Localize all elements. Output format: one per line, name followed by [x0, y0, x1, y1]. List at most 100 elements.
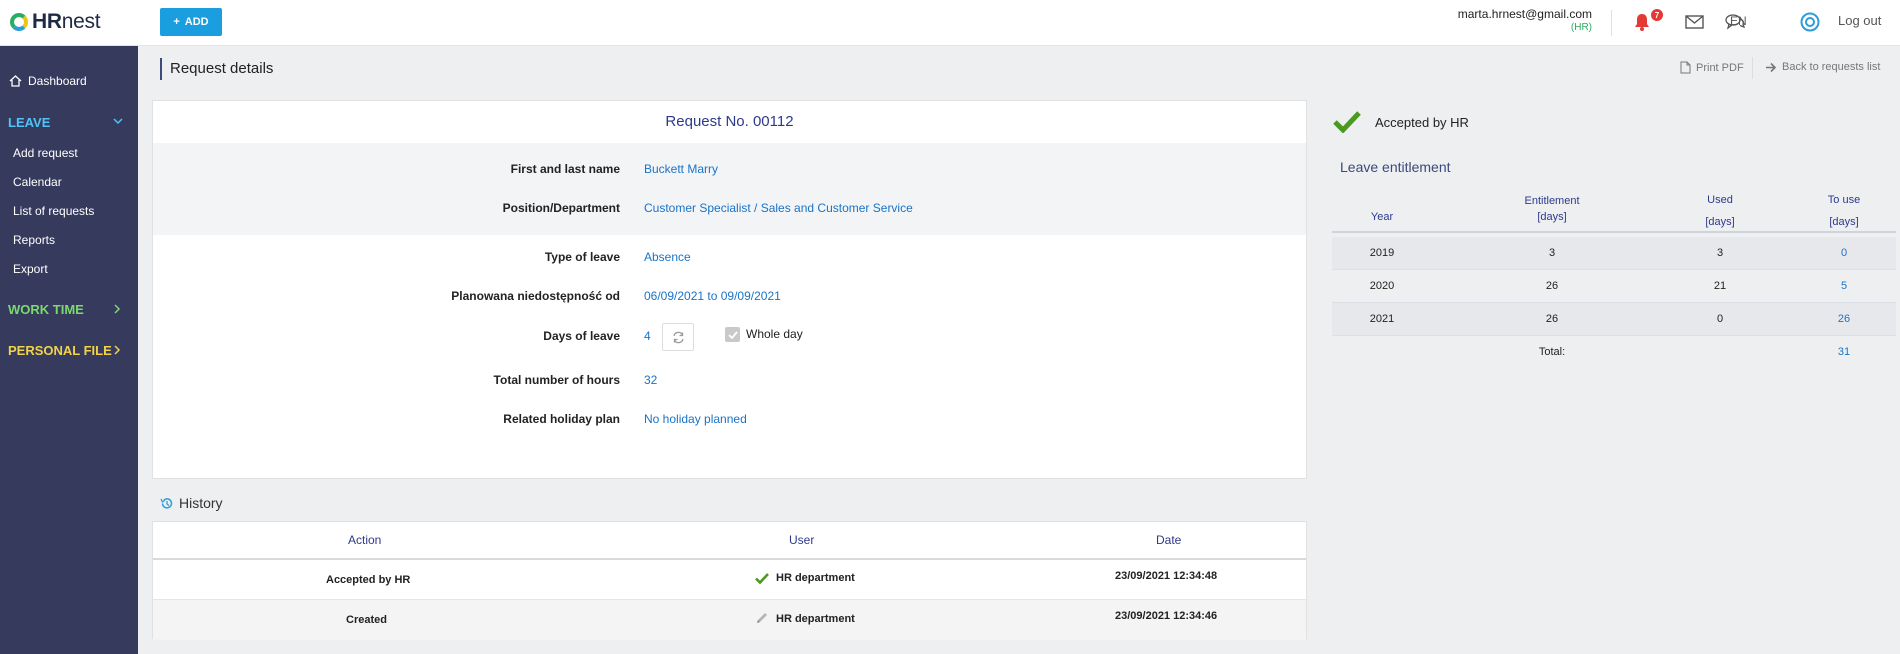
add-button[interactable]: + ADD — [160, 8, 222, 36]
to-use-days: 5 — [1840, 280, 1848, 292]
sidebar-item-add-request[interactable]: Add request — [13, 146, 78, 160]
check-icon — [755, 572, 769, 584]
chevron-right-icon — [114, 304, 121, 314]
column-header-year: Year — [1370, 211, 1394, 223]
request-details-card: Request No. 00112 First and last name Bu… — [152, 100, 1307, 479]
field-label-position: Position/Department — [502, 201, 620, 215]
sidebar-item-list-of-requests[interactable]: List of requests — [13, 204, 94, 218]
employee-info-band — [153, 143, 1306, 235]
user-role: (HR) — [1570, 22, 1592, 33]
entitlement-year: 2020 — [1369, 280, 1395, 292]
checkmark-icon — [727, 330, 738, 339]
history-user: HR department — [755, 572, 855, 584]
sidebar-item-export[interactable]: Export — [13, 262, 48, 276]
top-bar: HRnest + ADD marta.hrnest@gmail.com (HR)… — [0, 0, 1900, 46]
column-header-entitlement: Entitlement [days] — [1524, 195, 1580, 223]
field-label-planned-absence: Planowana niedostępność od — [451, 289, 620, 303]
request-number-title: Request No. 00112 — [665, 113, 794, 130]
user-account[interactable]: marta.hrnest@gmail.com (HR) — [1458, 7, 1592, 33]
field-value-leave-type: Absence — [644, 250, 691, 264]
total-label: Total: — [1538, 346, 1566, 358]
hrnest-logo[interactable]: HRnest — [10, 10, 101, 34]
field-value-name[interactable]: Buckett Marry — [644, 162, 718, 176]
entitlement-table-header: Year Entitlement [days] Used [days] To u… — [1332, 187, 1896, 233]
request-status: Accepted by HR — [1333, 111, 1469, 133]
column-header-date: Date — [1156, 533, 1182, 547]
field-value-holiday-plan[interactable]: No holiday planned — [644, 412, 747, 426]
history-action: Accepted by HR — [326, 574, 411, 586]
notification-badge: 7 — [1651, 9, 1663, 21]
language-selector[interactable]: EN — [1730, 14, 1747, 28]
history-icon — [160, 497, 173, 509]
arrow-right-icon — [1766, 62, 1777, 72]
used-days: 0 — [1716, 313, 1724, 325]
sidebar: Dashboard LEAVE Add request Calendar Lis… — [0, 46, 138, 654]
whole-day-label: Whole day — [746, 327, 803, 341]
chevron-down-icon — [113, 118, 123, 125]
logo-ring-icon — [10, 13, 28, 31]
history-action: Created — [346, 614, 387, 626]
to-use-days: 26 — [1837, 313, 1851, 325]
entitlement-year: 2019 — [1369, 247, 1395, 259]
to-use-days: 0 — [1840, 247, 1848, 259]
column-header-user: User — [789, 533, 815, 547]
entitlement-days: 26 — [1545, 313, 1559, 325]
chevron-right-icon — [114, 345, 121, 355]
history-user: HR department — [755, 612, 855, 625]
field-label-total-hours: Total number of hours — [493, 373, 620, 387]
refresh-icon — [672, 331, 684, 343]
header-divider — [1611, 10, 1612, 36]
sidebar-group-personal-file[interactable]: PERSONAL FILE — [8, 343, 133, 358]
help-lifebuoy-icon[interactable] — [1799, 12, 1821, 32]
recalculate-button[interactable] — [662, 323, 694, 351]
table-row: 2021 26 0 26 — [1332, 303, 1896, 336]
table-row: 2019 3 3 0 — [1332, 237, 1896, 270]
check-icon — [1333, 111, 1361, 133]
whole-day-checkbox[interactable] — [725, 327, 740, 342]
plus-icon: + — [173, 16, 180, 28]
used-days: 21 — [1713, 280, 1727, 292]
field-value-days-of-leave: 4 — [644, 329, 651, 343]
entitlement-total-row: Total: 31 — [1332, 336, 1896, 369]
logout-link[interactable]: Log out — [1838, 13, 1881, 28]
total-value: 31 — [1837, 346, 1851, 358]
history-heading: History — [160, 495, 223, 511]
sidebar-item-reports[interactable]: Reports — [13, 233, 55, 247]
field-label-leave-type: Type of leave — [544, 250, 620, 264]
history-table-header: Action User Date — [153, 522, 1306, 560]
table-row: Created HR department 23/09/2021 12:34:4… — [153, 600, 1306, 640]
entitlement-days: 26 — [1545, 280, 1559, 292]
history-date: 23/09/2021 12:34:48 — [1115, 570, 1218, 582]
column-header-used: Used [days] — [1705, 194, 1735, 228]
bell-icon[interactable] — [1631, 12, 1653, 32]
table-row: 2020 26 21 5 — [1332, 270, 1896, 303]
field-label-days-of-leave: Days of leave — [543, 329, 620, 343]
field-value-total-hours: 32 — [644, 373, 658, 387]
field-label-name: First and last name — [510, 162, 620, 176]
mail-icon[interactable] — [1683, 12, 1705, 32]
entitlement-days: 3 — [1548, 247, 1556, 259]
page-title: Request details — [160, 58, 273, 80]
field-value-planned-absence: 06/09/2021 to 09/09/2021 — [644, 289, 781, 303]
back-to-requests-link[interactable]: Back to requests list — [1765, 61, 1880, 73]
history-table: Action User Date Accepted by HR HR depar… — [152, 521, 1307, 640]
history-date: 23/09/2021 12:34:46 — [1115, 610, 1218, 622]
logo-text: HRnest — [32, 10, 101, 33]
used-days: 3 — [1716, 247, 1724, 259]
home-icon — [9, 75, 22, 87]
entitlement-year: 2021 — [1369, 313, 1395, 325]
field-label-holiday-plan: Related holiday plan — [503, 412, 620, 426]
user-email: marta.hrnest@gmail.com — [1457, 7, 1592, 21]
sidebar-group-leave[interactable]: LEAVE — [8, 115, 126, 130]
print-pdf-link[interactable]: Print PDF — [1680, 61, 1744, 74]
table-row: Accepted by HR HR department 23/09/2021 … — [153, 560, 1306, 600]
column-header-action: Action — [348, 533, 382, 547]
sidebar-item-dashboard[interactable]: Dashboard — [9, 74, 87, 88]
pencil-icon — [757, 613, 767, 623]
sidebar-group-work-time[interactable]: WORK TIME — [8, 302, 126, 317]
leave-entitlement-title: Leave entitlement — [1340, 159, 1451, 175]
field-value-position: Customer Specialist / Sales and Customer… — [644, 201, 913, 215]
sidebar-item-calendar[interactable]: Calendar — [13, 175, 62, 189]
pdf-file-icon — [1680, 61, 1691, 74]
link-divider — [1752, 57, 1753, 79]
